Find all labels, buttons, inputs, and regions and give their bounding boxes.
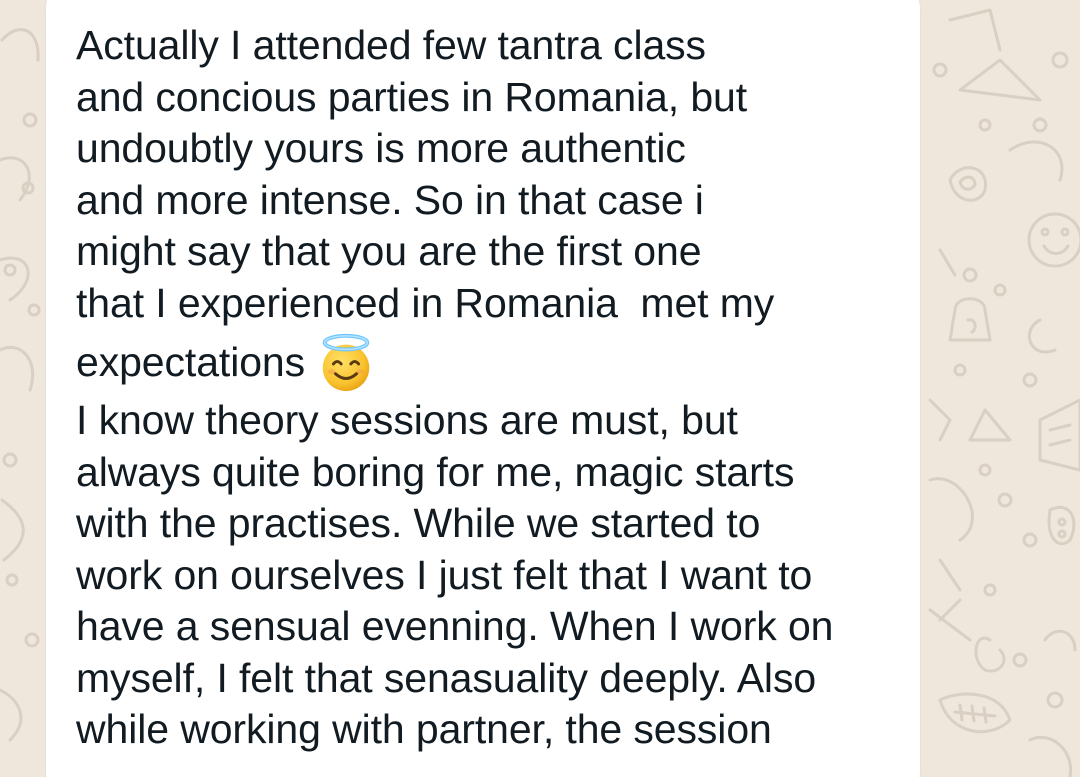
message-line: myself, I felt that senasuality deeply. … (76, 654, 817, 701)
message-line: and more intense. So in that case i (76, 176, 704, 223)
message-line: have a sensual evenning. When I work on (76, 603, 834, 649)
message-line: undoubtly yours is more authentic (76, 125, 686, 171)
message-line: while working with partner, the session (76, 706, 772, 752)
message-line-with-emoji: expectations (76, 329, 906, 395)
message-line: work on ourselves I just felt that I wan… (76, 551, 813, 598)
message-text: Actually I attended few tantra class and… (76, 20, 906, 756)
message-line: might say that you are the first one (76, 228, 702, 274)
message-line: with the practises. While we started to (76, 500, 761, 546)
message-line: expectations (76, 339, 306, 385)
message-line: always quite boring for me, magic starts (76, 448, 795, 495)
message-line: I know theory sessions are must, but (76, 397, 738, 443)
message-line: Actually I attended few tantra class (76, 22, 706, 68)
smiling-face-with-halo-icon (322, 334, 370, 392)
message-line: that I experienced in Romania met my (76, 279, 775, 326)
message-line: and concious parties in Romania, but (76, 73, 748, 120)
